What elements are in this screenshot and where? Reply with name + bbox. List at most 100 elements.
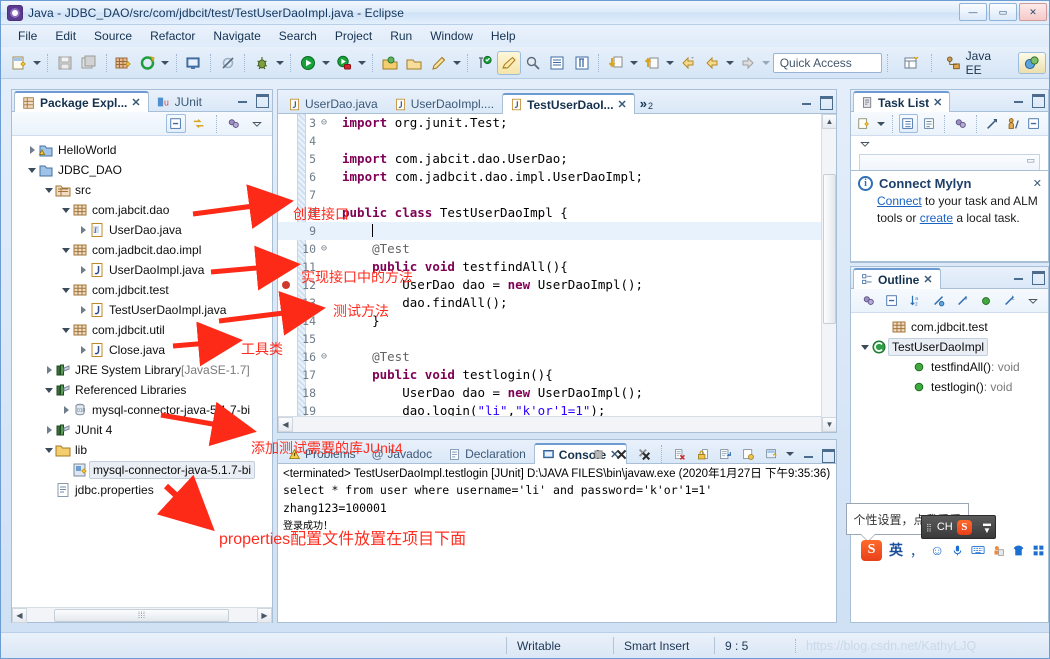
focus-on-active-task-icon[interactable] [859,291,879,310]
menu-source[interactable]: Source [85,27,141,45]
clear-console-icon[interactable] [669,445,689,464]
person-icon[interactable] [1004,114,1023,133]
code-line[interactable]: 4 [278,132,836,150]
menu-refactor[interactable]: Refactor [141,27,204,45]
forward-dropdown-icon[interactable] [761,51,772,75]
tab-problems[interactable]: Problems [280,443,364,464]
code-line[interactable]: 11 public void testfindAll(){ [278,258,836,276]
debug-icon[interactable] [250,51,273,75]
refresh-dropdown-icon[interactable] [160,51,171,75]
package-explorer-tree[interactable]: HelloWorldJDBC_DAOsrccom.jabcit.daoIUser… [12,136,272,500]
sogou-logo-icon[interactable]: S [861,540,882,561]
outline-toggle-icon[interactable] [546,51,569,75]
sort-icon[interactable]: az [906,291,926,310]
minimize-icon[interactable] [1012,93,1025,105]
connect-link[interactable]: Connect [877,194,922,208]
editor-tab-overflow[interactable]: » 2 [635,96,657,113]
view-dropdown-icon[interactable] [247,114,267,133]
new-wizard-icon[interactable] [7,51,30,75]
refresh-icon[interactable] [136,51,159,75]
view-menu-icon[interactable] [224,114,244,133]
terminate-icon[interactable] [588,445,608,464]
scroll-down-icon[interactable]: ▼ [822,417,836,432]
focus-on-workweek-icon[interactable] [951,114,970,133]
new-task-dropdown-icon[interactable] [876,112,886,136]
chevron-right-icon[interactable] [77,342,89,358]
ime-keyboard-button[interactable] [971,543,985,557]
tree-item[interactable]: src [12,180,272,200]
ime-skin-button[interactable] [1012,544,1025,557]
source-code[interactable]: 3⊖import org.junit.Test;45import com.jab… [278,114,836,432]
ime-minimize-icon[interactable]: ▬▼ [983,520,991,534]
forward-icon[interactable] [737,51,760,75]
package-explorer-hscrollbar[interactable]: ◀ ⁞⁞⁞ ▶ [12,607,272,622]
menu-edit[interactable]: Edit [46,27,85,45]
tree-item[interactable]: lib [12,440,272,460]
vscroll-thumb[interactable] [823,174,836,324]
hide-local-types-icon[interactable]: L [1000,291,1020,310]
remove-launch-icon[interactable] [611,445,631,464]
console-icon[interactable] [182,51,205,75]
editor-vscrollbar[interactable]: ▲ ▼ [821,114,836,432]
chevron-right-icon[interactable] [26,142,38,158]
ime-expand-icon[interactable]: ▼ [983,527,991,534]
code-line[interactable]: 8public class TestUserDaoImpl { [278,204,836,222]
ime-mini-bar[interactable]: ⣿ CH S ▬▼ [921,515,996,539]
previous-annotation-icon[interactable] [640,51,663,75]
new-java-project-icon[interactable] [473,51,496,75]
tree-item[interactable]: Close.java [12,340,272,360]
close-icon[interactable]: ✕ [933,96,942,109]
perspective-java[interactable] [1018,52,1046,74]
tree-item[interactable]: com.jdbcit.test [12,280,272,300]
save-icon[interactable] [53,51,76,75]
close-icon[interactable]: ✕ [131,96,140,109]
chevron-down-icon[interactable] [60,242,72,258]
word-wrap-icon[interactable] [715,445,735,464]
tree-item[interactable]: com.jdbcit.test [851,317,1048,337]
new-task-icon[interactable] [855,114,874,133]
open-console-dropdown-icon[interactable] [784,442,795,466]
view-menu-icon[interactable] [859,138,871,150]
menu-window[interactable]: Window [421,27,482,45]
categorized-mode-icon[interactable] [899,114,918,133]
collapse-all-icon[interactable] [1024,114,1043,133]
tree-item[interactable]: JRE System Library [JavaSE-1.7] [12,360,272,380]
maximize-icon[interactable] [1031,93,1044,105]
pin-console-icon[interactable] [738,445,758,464]
display-selected-console-icon[interactable] [761,445,781,464]
coverage-dropdown-icon[interactable] [357,51,368,75]
console-output-area[interactable]: <terminated> TestUserDaoImpl.testlogin [… [278,464,836,622]
scroll-right-icon[interactable]: ▶ [257,608,272,623]
new-package-icon[interactable] [112,51,135,75]
tree-item[interactable]: mysql-connector-java-5.1.7-bi [12,460,272,480]
tab-task-list[interactable]: Task List ✕ [853,91,950,112]
pencil-icon[interactable] [427,51,450,75]
tree-item[interactable]: IUserDao.java [12,220,272,240]
minimize-icon[interactable] [800,95,813,107]
java-perspective-icon[interactable] [497,51,520,75]
tree-item[interactable]: 010mysql-connector-java-5.1.7-bi [12,400,272,420]
editor-hscrollbar[interactable]: ◀ [278,416,821,432]
scroll-up-icon[interactable]: ▲ [822,114,836,129]
collapse-all-icon[interactable] [166,114,186,133]
tree-item[interactable]: JUnit 4 [12,420,272,440]
tab-userdao-java[interactable]: UserDao.java [280,93,386,114]
fold-toggle-icon[interactable]: ⊖ [318,114,330,132]
open-perspective-icon[interactable] [901,51,924,75]
code-line[interactable]: 12 UserDao dao = new UserDaoImpl(); [278,276,836,294]
create-link[interactable]: create [920,211,953,225]
public-member-icon[interactable] [977,291,997,310]
maximize-icon[interactable] [1031,270,1044,282]
code-line[interactable]: 6import com.jadbcit.dao.impl.UserDaoImpl… [278,168,836,186]
tree-item[interactable]: Referenced Libraries [12,380,272,400]
hide-fields-icon[interactable] [883,291,903,310]
code-line[interactable]: 15 [278,330,836,348]
open-task-icon[interactable] [403,51,426,75]
skip-breakpoints-icon[interactable] [216,51,239,75]
maximize-icon[interactable] [255,93,268,105]
tree-item[interactable]: com.jabcit.dao [12,200,272,220]
next-annotation-icon[interactable] [604,51,627,75]
code-line[interactable]: 16⊖ @Test [278,348,836,366]
chevron-right-icon[interactable] [60,402,72,418]
code-line[interactable]: 17 public void testlogin(){ [278,366,836,384]
